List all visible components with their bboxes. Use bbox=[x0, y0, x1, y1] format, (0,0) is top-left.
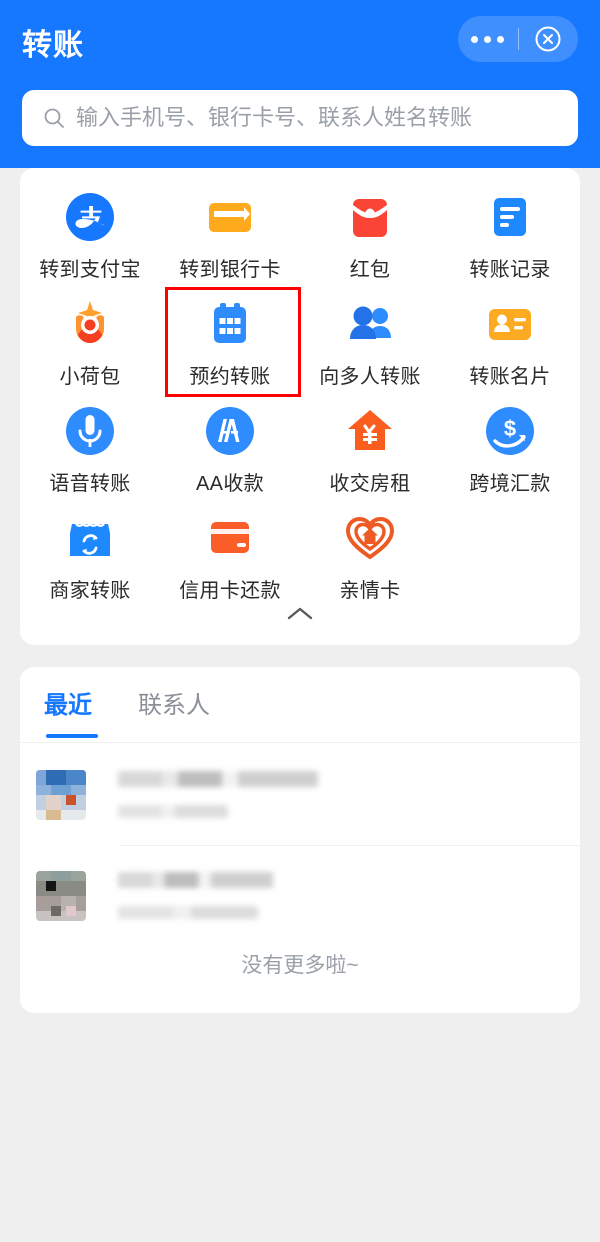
masked-avatar bbox=[36, 870, 86, 921]
tab-recent[interactable]: 最近 bbox=[44, 685, 98, 738]
svg-text:$: $ bbox=[504, 416, 516, 441]
search-bar[interactable] bbox=[22, 90, 578, 146]
alipay-icon bbox=[66, 193, 114, 242]
grid-item-house-rent[interactable]: 收交房租 bbox=[300, 392, 440, 499]
function-grid: 转到支付宝 转到银行卡 红包 转账记录 小荷包 预约转账 向多人转账 转账名片 … bbox=[20, 178, 580, 606]
transfer-record-icon bbox=[494, 198, 526, 236]
multi-people-icon bbox=[350, 306, 391, 339]
page-title: 转账 bbox=[22, 29, 84, 62]
contacts-card: 最近 联系人 没有更多啦~ bbox=[20, 667, 580, 1013]
grid-item-red-packet[interactable]: 红包 bbox=[300, 178, 440, 285]
list-item-name bbox=[118, 872, 273, 888]
grid-item-aa-collect[interactable]: AA收款 bbox=[160, 392, 300, 499]
list-item-subtitle bbox=[118, 906, 258, 919]
list-item-name bbox=[118, 771, 318, 787]
tab-label: 最近 bbox=[44, 692, 92, 719]
grid-item-credit-card-repay[interactable]: 信用卡还款 bbox=[160, 499, 300, 606]
list-tabs: 最近 联系人 bbox=[20, 667, 580, 743]
grid-item-label: 转到支付宝 bbox=[39, 259, 141, 281]
grid-item-label: 收交房租 bbox=[329, 473, 411, 495]
more-dots-icon[interactable] bbox=[458, 35, 518, 43]
mini-program-capsule[interactable] bbox=[458, 16, 578, 62]
name-card-icon bbox=[489, 309, 531, 340]
house-rent-icon bbox=[348, 410, 392, 450]
red-packet-icon bbox=[353, 199, 387, 237]
close-circle-icon[interactable] bbox=[519, 25, 579, 53]
tab-label: 联系人 bbox=[138, 692, 210, 719]
tab-contacts[interactable]: 联系人 bbox=[138, 685, 210, 724]
grid-item-transfer-to-bank-card[interactable]: 转到银行卡 bbox=[160, 178, 300, 285]
credit-card-icon bbox=[211, 522, 249, 553]
no-more-text: 没有更多啦~ bbox=[241, 954, 359, 977]
list-item[interactable] bbox=[20, 845, 580, 946]
grid-item-voice-transfer[interactable]: 语音转账 bbox=[20, 392, 160, 499]
list-item-text bbox=[118, 771, 318, 818]
list-divider bbox=[120, 845, 580, 846]
grid-item-label: 转账名片 bbox=[469, 366, 551, 388]
grid-item-label: 语音转账 bbox=[49, 473, 131, 495]
list-item-subtitle bbox=[118, 805, 228, 818]
calendar-icon bbox=[214, 303, 246, 343]
grid-item-label: 转到银行卡 bbox=[179, 259, 281, 281]
grid-item-label: 红包 bbox=[349, 259, 391, 281]
grid-item-transfer-name-card[interactable]: 转账名片 bbox=[440, 285, 580, 392]
grid-item-transfer-to-alipay[interactable]: 转到支付宝 bbox=[20, 178, 160, 285]
grid-item-scheduled-transfer[interactable]: 预约转账 bbox=[160, 285, 301, 397]
contact-list bbox=[20, 744, 580, 946]
cross-border-icon: $ bbox=[486, 407, 534, 455]
grid-item-transfer-records[interactable]: 转账记录 bbox=[440, 178, 580, 285]
masked-avatar bbox=[36, 769, 86, 820]
grid-item-label: 向多人转账 bbox=[319, 366, 421, 388]
grid-item-label: AA收款 bbox=[196, 473, 264, 495]
grid-item-merchant-transfer[interactable]: 商家转账 bbox=[20, 499, 160, 606]
grid-item-label: 预约转账 bbox=[189, 366, 271, 388]
list-item[interactable] bbox=[20, 744, 580, 845]
function-grid-card: 转到支付宝 转到银行卡 红包 转账记录 小荷包 预约转账 向多人转账 转账名片 … bbox=[20, 168, 580, 645]
collapse-grid-button[interactable] bbox=[20, 599, 580, 629]
list-item-text bbox=[118, 872, 273, 919]
grid-item-label: 转账记录 bbox=[469, 259, 551, 281]
app-header: 转账 bbox=[0, 0, 600, 168]
grid-item-label: 跨境汇款 bbox=[469, 473, 551, 495]
grid-item-cross-border-remittance[interactable]: $ 跨境汇款 bbox=[440, 392, 580, 499]
nav-bar: 转账 bbox=[0, 0, 600, 78]
grid-item-small-pocket[interactable]: 小荷包 bbox=[20, 285, 160, 392]
chevron-up-icon bbox=[287, 607, 313, 620]
search-icon bbox=[42, 106, 66, 130]
pocket-icon bbox=[76, 301, 104, 343]
search-input[interactable] bbox=[76, 105, 578, 131]
grid-item-transfer-to-multiple[interactable]: 向多人转账 bbox=[300, 285, 440, 392]
grid-item-family-card[interactable]: 亲情卡 bbox=[300, 499, 440, 606]
family-heart-icon bbox=[345, 516, 395, 560]
aa-split-icon bbox=[206, 407, 254, 455]
merchant-shop-icon bbox=[70, 522, 110, 556]
grid-item-label: 小荷包 bbox=[59, 366, 121, 388]
microphone-icon bbox=[66, 407, 114, 455]
bank-card-icon bbox=[209, 203, 251, 232]
